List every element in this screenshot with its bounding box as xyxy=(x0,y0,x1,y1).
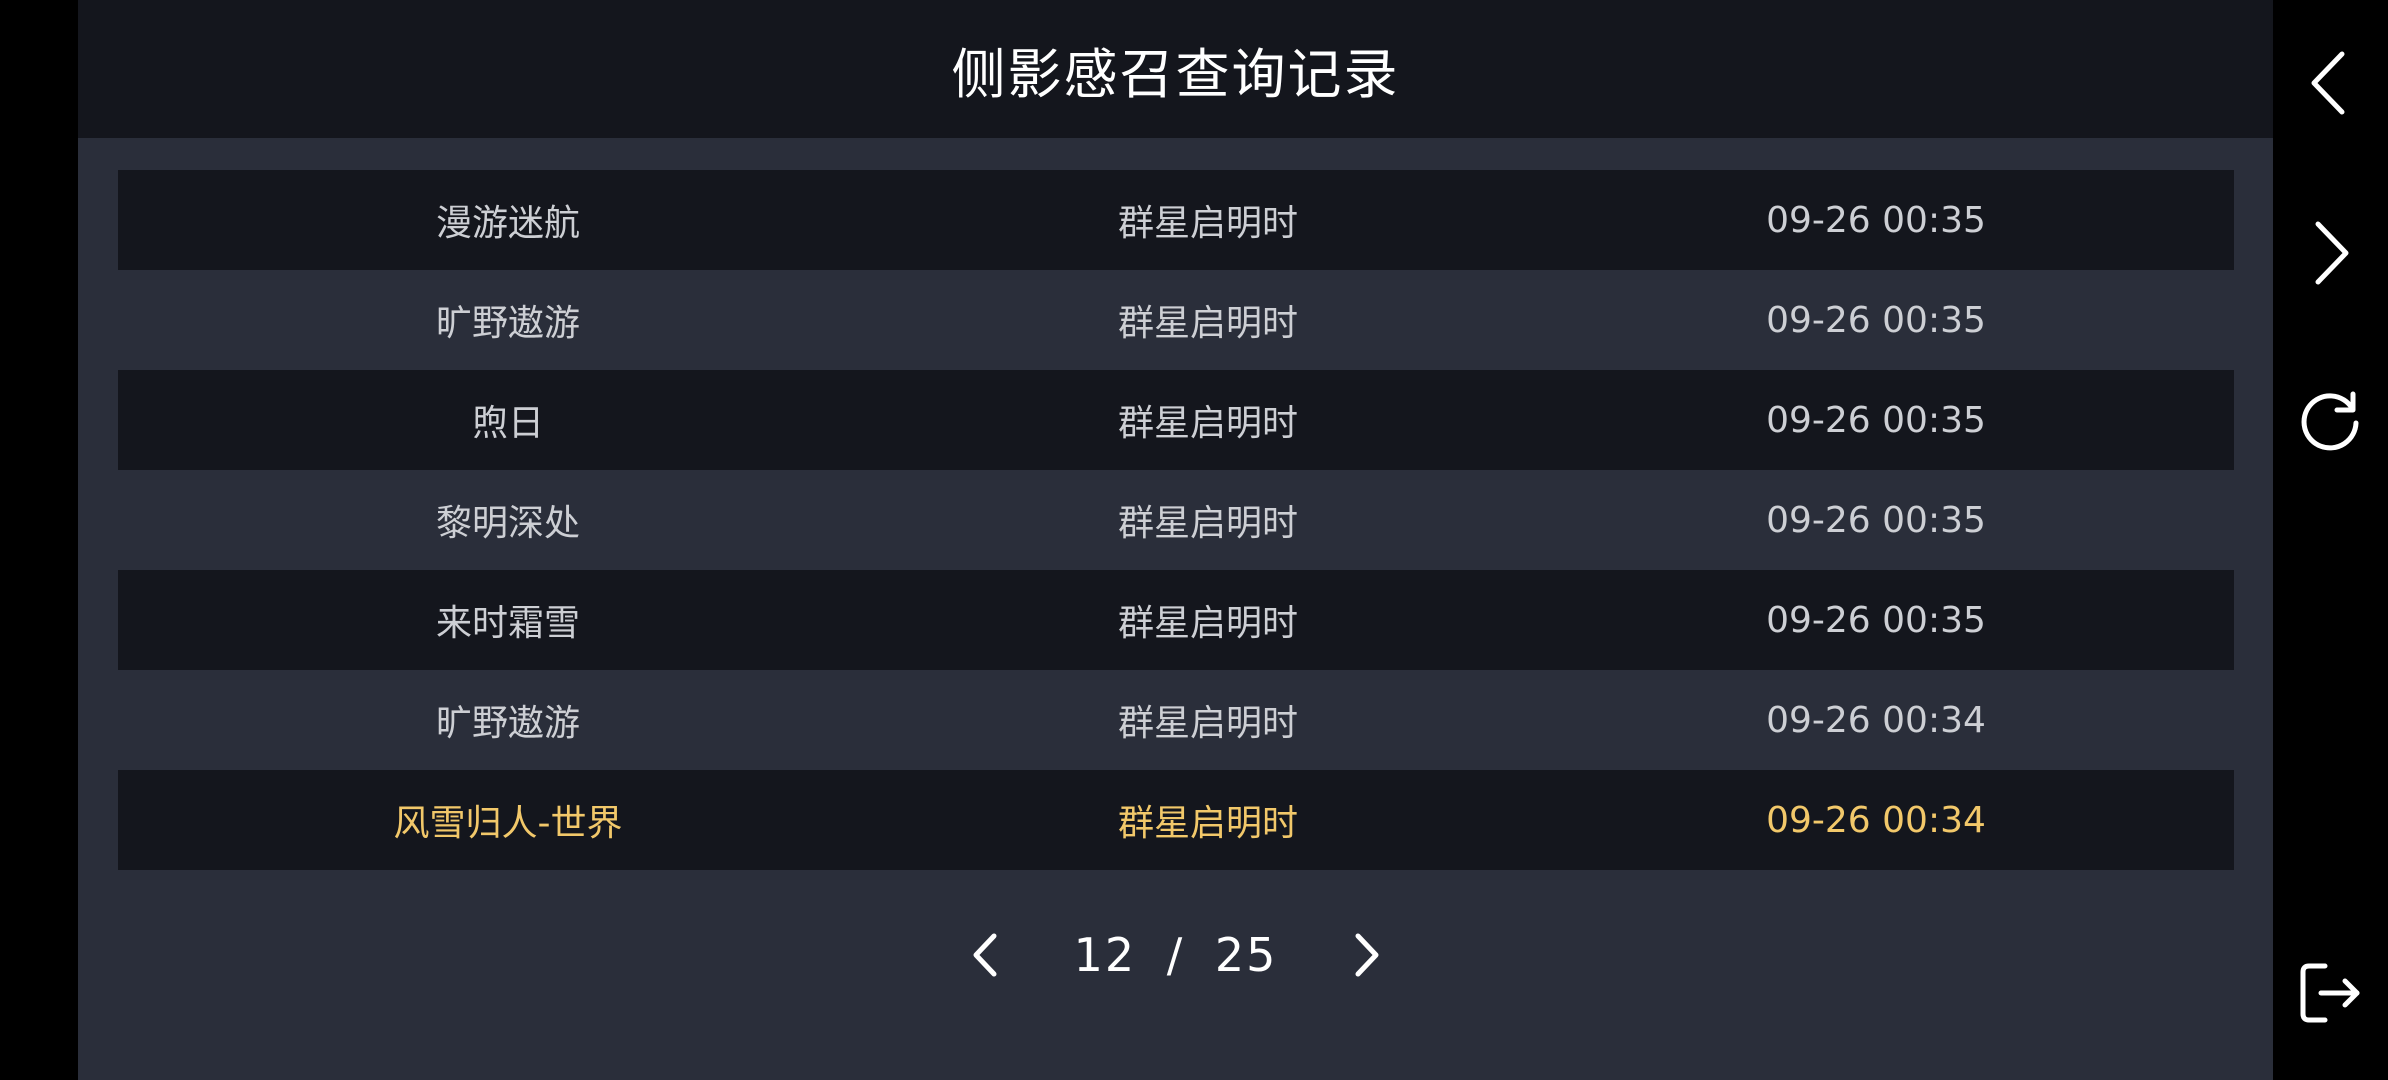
record-time: 09-26 00:35 xyxy=(1766,499,1986,541)
chevron-right-icon xyxy=(2315,221,2349,285)
record-name: 旷野遨游 xyxy=(435,303,580,344)
app-screen: 侧影感召查询记录 漫游迷航 群星启明时 09-26 00:35 旷野遨游 群星启… xyxy=(0,0,2388,1080)
record-time: 09-26 00:35 xyxy=(1766,599,1986,641)
page-separator: / xyxy=(1166,928,1185,982)
record-pool: 群星启明时 xyxy=(1117,503,1298,544)
record-time: 09-26 00:35 xyxy=(1766,399,1986,441)
table-row: 风雪归人-世界 群星启明时 09-26 00:34 xyxy=(118,770,2234,870)
table-row: 来时霜雪 群星启明时 09-26 00:35 xyxy=(118,570,2234,670)
record-pool: 群星启明时 xyxy=(1117,603,1298,644)
prev-page-button[interactable] xyxy=(946,915,1026,995)
back-button[interactable] xyxy=(2287,40,2373,126)
table-row: 漫游迷航 群星启明时 09-26 00:35 xyxy=(118,170,2234,270)
forward-button[interactable] xyxy=(2287,210,2373,296)
total-pages: 25 xyxy=(1214,928,1278,982)
side-toolbar xyxy=(2273,0,2388,1080)
table-row: 黎明深处 群星启明时 09-26 00:35 xyxy=(118,470,2234,570)
record-time: 09-26 00:34 xyxy=(1766,699,1986,741)
page-indicator: 12 / 25 xyxy=(1026,928,1326,982)
record-name: 漫游迷航 xyxy=(435,203,580,244)
refresh-icon xyxy=(2301,391,2359,451)
record-time: 09-26 00:35 xyxy=(1766,199,1986,241)
current-page: 12 xyxy=(1073,928,1137,982)
record-pool: 群星启明时 xyxy=(1117,703,1298,744)
record-name: 风雪归人-世界 xyxy=(393,803,623,844)
next-page-button[interactable] xyxy=(1326,915,1406,995)
logout-icon xyxy=(2300,963,2360,1023)
record-pool: 群星启明时 xyxy=(1117,803,1298,844)
records-panel: 侧影感召查询记录 漫游迷航 群星启明时 09-26 00:35 旷野遨游 群星启… xyxy=(78,0,2273,1080)
record-pool: 群星启明时 xyxy=(1117,303,1298,344)
chevron-left-icon xyxy=(2311,51,2345,115)
records-table: 漫游迷航 群星启明时 09-26 00:35 旷野遨游 群星启明时 09-26 … xyxy=(118,170,2234,870)
page-title: 侧影感召查询记录 xyxy=(951,42,1400,106)
exit-button[interactable] xyxy=(2287,950,2373,1036)
refresh-button[interactable] xyxy=(2287,380,2373,466)
table-row: 旷野遨游 群星启明时 09-26 00:34 xyxy=(118,670,2234,770)
chevron-right-icon xyxy=(1355,933,1378,977)
record-pool: 群星启明时 xyxy=(1117,403,1298,444)
chevron-left-icon xyxy=(973,933,996,977)
record-name: 黎明深处 xyxy=(435,503,580,544)
record-name: 煦日 xyxy=(471,403,544,444)
record-name: 来时霜雪 xyxy=(435,603,580,644)
record-pool: 群星启明时 xyxy=(1117,203,1298,244)
table-row: 旷野遨游 群星启明时 09-26 00:35 xyxy=(118,270,2234,370)
pagination: 12 / 25 xyxy=(78,900,2273,1010)
record-name: 旷野遨游 xyxy=(435,703,580,744)
header-bar: 侧影感召查询记录 xyxy=(78,0,2273,138)
record-time: 09-26 00:35 xyxy=(1766,299,1986,341)
table-row: 煦日 群星启明时 09-26 00:35 xyxy=(118,370,2234,470)
record-time: 09-26 00:34 xyxy=(1766,799,1986,841)
